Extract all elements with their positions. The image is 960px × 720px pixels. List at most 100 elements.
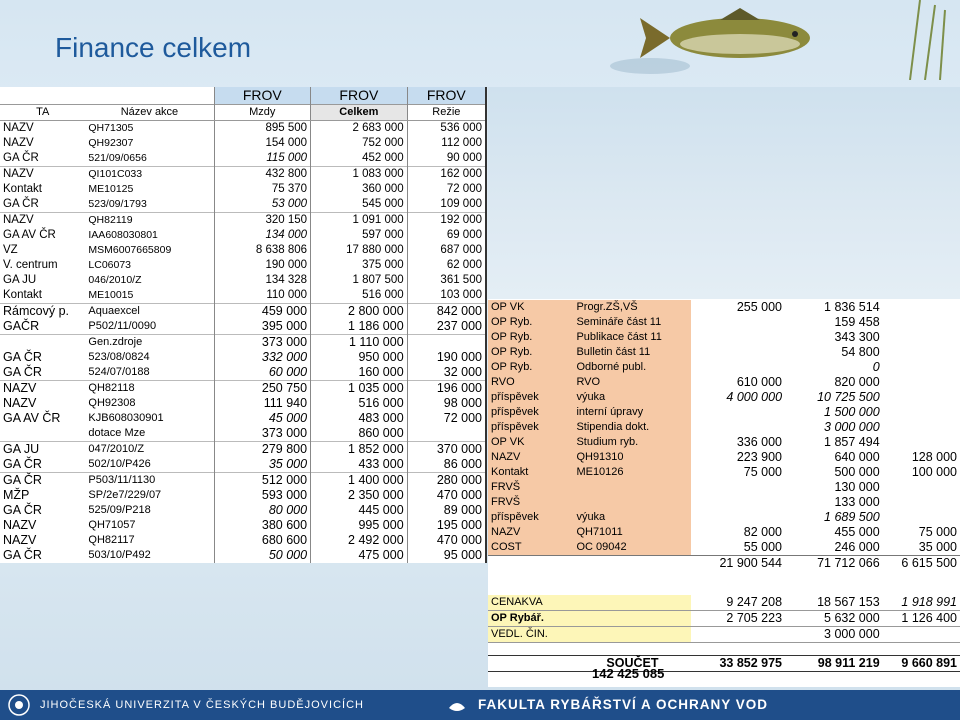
cell-celkem: 516 000 [310,396,408,411]
table-row: NAZV QH91310 223 900 640 000 128 000 [488,450,960,465]
cell-celkem: 17 880 000 [310,243,408,258]
table-row: GA ČR P503/11/1130 512 000 1 400 000 280 000 [0,472,487,488]
cell-ta [0,426,85,442]
cell-rezie: 103 000 [406,288,487,304]
cell-rezie [882,435,960,450]
cell-ta: COST [488,540,574,556]
cell-ta: NAZV [0,212,86,228]
cell-celkem: 1 689 500 [785,510,883,525]
table-row: příspěvek Stipendia dokt. 3 000 000 [488,420,960,435]
cell-rezie: 361 500 [406,273,487,288]
cell-ta: NAZV [488,525,574,540]
table-row: OP Ryb. Bulletin část 11 54 800 [488,345,960,360]
cell-mzdy: 45 000 [213,411,311,426]
cell-ta: NAZV [3,122,34,134]
cell-celkem: 1 500 000 [785,405,883,420]
cell-celkem: 1 186 000 [310,319,408,335]
subtotal-row: 21 900 544 71 712 066 6 615 500 [488,555,960,571]
cell-celkem: 0 [785,360,883,375]
table-row: příspěvek výuka 4 000 000 10 725 500 [488,390,960,405]
cell-mzdy [691,330,786,345]
cell-mzdy: 80 000 [213,503,311,518]
cell-ta: příspěvek [488,390,574,405]
cell-name: interní úpravy [573,405,692,420]
cell-name: QH71057 [88,519,136,531]
cell-celkem: 54 800 [785,345,883,360]
cell-rezie: 196 000 [406,380,487,396]
cell-name: IAA608030801 [88,229,158,241]
cell-ta: OP Ryb. [488,330,574,345]
table-row: OP Ryb. Semináře část 11 159 458 [488,315,960,330]
cell-ta: RVO [488,375,574,390]
cell-celkem: 483 000 [310,411,408,426]
cell-name: Bulletin část 11 [573,345,692,360]
cell-celkem: 130 000 [785,480,883,495]
footer-bar: JIHOČESKÁ UNIVERZITA V ČESKÝCH BUDĚJOVIC… [0,690,960,720]
cell-ta: GA AV ČR [3,411,61,425]
cell-ta: Kontakt [488,465,574,480]
cell-mzdy: 50 000 [213,548,311,563]
left-finance-table: FROV FROV FROV TA Název akce Mzdy Celkem… [0,87,487,563]
right-panel: OP VK Progr.ZŠ,VŠ 255 000 1 836 514 OP Ryb. S… [488,87,960,687]
cell-mzdy: 190 000 [213,258,311,273]
cell-name: Progr.ZŠ,VŠ [573,300,692,315]
cell-ta: GA AV ČR [3,229,56,241]
cell-rezie: 32 000 [406,365,487,381]
cell-celkem: 2 683 000 [310,120,408,136]
cell-mzdy: 380 600 [213,518,311,533]
cell-rezie: 95 000 [406,548,487,563]
table-row: NAZV QH71057 380 600 995 000 195 000 [0,518,487,533]
cell-ta: příspěvek [488,420,574,435]
soucet-cell: 9 660 891 [882,655,960,672]
soucet-cell: 33 852 975 [691,655,786,672]
table-row: NAZV QI101C033 432 800 1 083 000 162 000 [0,166,487,182]
table-row: GA ČR 503/10/P492 50 000 475 000 95 000 [0,548,487,563]
cell-celkem: 1 035 000 [310,380,408,396]
cell-ta: Kontakt [3,289,42,301]
cell-mzdy: 75 000 [691,465,786,480]
cell-ta: OP VK [488,300,574,315]
soucet-cell: 98 911 219 [785,655,883,672]
cell-name: OC 09042 [573,540,692,556]
overlay-cover [488,87,960,299]
cell-mzdy: 250 750 [213,380,311,396]
cell-mzdy: 610 000 [691,375,786,390]
cell-name: RVO [573,375,692,390]
cell-name: QH82117 [88,534,135,546]
cell-name: Publikace část 11 [573,330,692,345]
cell-rezie: 98 000 [406,396,487,411]
summary-cell: 5 632 000 [785,610,883,627]
cell-mzdy: 4 000 000 [691,390,786,405]
table-row: GA ČR 502/10/P426 35 000 433 000 86 000 [0,457,487,473]
cell-ta: V. centrum [3,259,58,271]
table-row: příspěvek výuka 1 689 500 [488,510,960,525]
cell-celkem: 1 807 500 [310,273,408,288]
col-header-name: Název akce [85,104,214,121]
summary-cell: 1 126 400 [882,610,960,627]
cell-celkem: 433 000 [310,457,408,473]
table-row: GA JU 046/2010/Z 134 328 1 807 500 361 500 [0,273,487,288]
summary-label: VEDL. ČIN. [488,626,574,643]
cell-rezie: 72 000 [406,411,487,426]
cell-name: ME10015 [88,289,134,301]
cell-name: 523/09/1793 [88,198,147,210]
col-header-ta: TA [0,104,86,121]
table-row: NAZV QH82118 250 750 1 035 000 196 000 [0,380,487,396]
reeds-icon [909,0,946,80]
table-row: GA JU 047/2010/Z 279 800 1 852 000 370 000 [0,441,487,457]
cell-name: ME10125 [88,183,134,195]
table-row: NAZV QH92308 111 940 516 000 98 000 [0,396,487,411]
cell-mzdy: 320 150 [213,212,311,228]
cell-name: 523/08/0824 [88,351,150,363]
cell-rezie [882,315,960,330]
table-row: OP Ryb. Publikace část 11 343 300 [488,330,960,345]
header-top-3: FROV [406,87,487,105]
cell-rezie: 842 000 [406,303,487,319]
cell-mzdy: 8 638 806 [213,243,311,258]
cell-ta: příspěvek [488,510,574,525]
table-row: Rámcový p. Aquaexcel 459 000 2 800 000 842 0… [0,303,487,319]
cell-rezie: 192 000 [406,212,487,228]
cell-rezie [882,390,960,405]
cell-name: LC06073 [88,259,132,271]
cell-mzdy: 336 000 [691,435,786,450]
